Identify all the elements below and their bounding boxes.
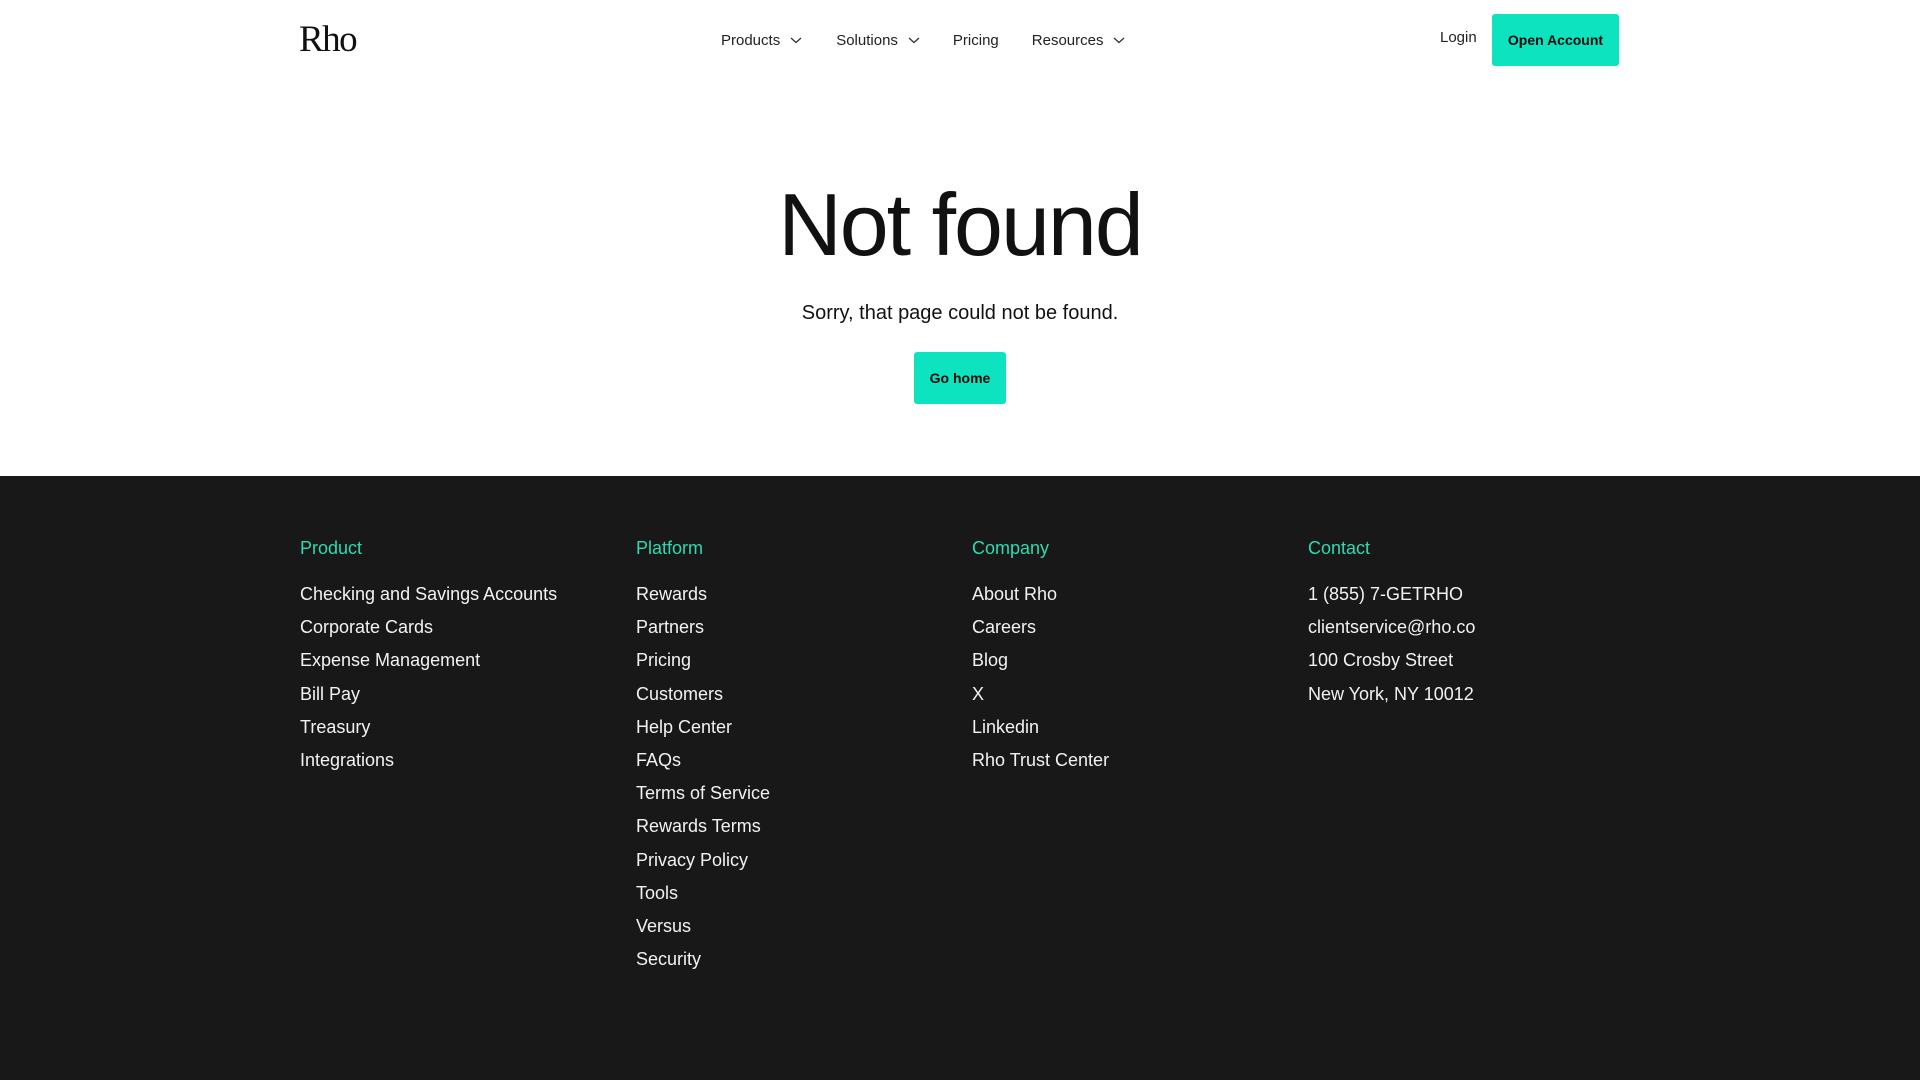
page-title: Not found (778, 175, 1144, 274)
footer-link[interactable]: About Rho (972, 582, 1109, 606)
contact-phone[interactable]: 1 (855) 7-GETRHO (1308, 582, 1475, 606)
footer-link[interactable]: Corporate Cards (300, 615, 557, 639)
footer-link[interactable]: Tools (636, 881, 770, 905)
chevron-down-icon (908, 37, 920, 44)
footer-link[interactable]: Partners (636, 615, 770, 639)
open-account-button[interactable]: Open Account (1492, 14, 1619, 66)
footer-column-title: Company (972, 538, 1050, 558)
nav-products-label: Products (721, 31, 781, 49)
footer-link[interactable]: Help Center (636, 715, 770, 739)
footer-link[interactable]: Treasury (300, 715, 557, 739)
footer-link[interactable]: Careers (972, 615, 1109, 639)
rho-logo[interactable]: Rho (299, 18, 358, 62)
nav-pricing-label: Pricing (952, 31, 999, 49)
main-nav: Products Solutions Pricing Resources (721, 27, 1159, 53)
nav-resources[interactable]: Resources (1032, 32, 1127, 49)
footer-column-contact: Contact 1 (855) 7-GETRHO clientservice@r… (1308, 536, 1475, 715)
contact-email[interactable]: clientservice@rho.co (1308, 615, 1475, 639)
footer-link[interactable]: Pricing (636, 648, 770, 672)
nav-resources-label: Resources (1031, 31, 1104, 49)
footer-link[interactable]: Privacy Policy (636, 848, 770, 872)
footer-link[interactable]: Linkedin (972, 715, 1109, 739)
go-home-button[interactable]: Go home (914, 352, 1006, 404)
footer-link[interactable]: Bill Pay (300, 682, 557, 706)
footer-link[interactable]: Terms of Service (636, 781, 770, 805)
site-footer: Product Checking and Savings Accounts Co… (0, 476, 1920, 1080)
nav-pricing[interactable]: Pricing (953, 32, 999, 49)
footer-column-company: Company About Rho Careers Blog X Linkedi… (972, 536, 1109, 781)
chevron-down-icon (1114, 37, 1125, 44)
footer-link[interactable]: Expense Management (300, 648, 557, 672)
footer-column-product: Product Checking and Savings Accounts Co… (300, 536, 557, 781)
login-link[interactable]: Login (1440, 29, 1477, 46)
footer-link[interactable]: Versus (636, 914, 770, 938)
nav-solutions-label: Solutions (836, 31, 898, 49)
footer-column-title: Product (300, 538, 363, 558)
site-header: Rho Products Solutions Pricing Resources… (0, 0, 1920, 80)
footer-link[interactable]: Rewards (636, 582, 770, 606)
footer-link[interactable]: X (972, 682, 1109, 706)
footer-column-platform: Platform Rewards Partners Pricing Custom… (636, 536, 770, 980)
footer-link[interactable]: Integrations (300, 748, 557, 772)
nav-solutions[interactable]: Solutions (836, 32, 921, 49)
footer-link[interactable]: Rho Trust Center (972, 748, 1109, 772)
footer-link[interactable]: FAQs (636, 748, 770, 772)
footer-column-title: Platform (636, 538, 704, 558)
contact-address-street: 100 Crosby Street (1308, 650, 1454, 671)
footer-column-title: Contact (1308, 538, 1371, 558)
contact-address-city: New York, NY 10012 (1308, 683, 1474, 704)
nav-products[interactable]: Products (721, 32, 803, 49)
footer-link[interactable]: Rewards Terms (636, 814, 770, 838)
footer-link[interactable]: Security (636, 947, 770, 971)
footer-link[interactable]: Blog (972, 648, 1109, 672)
footer-link[interactable]: Checking and Savings Accounts (300, 582, 557, 606)
page-subtitle: Sorry, that page could not be found. (801, 302, 1119, 324)
footer-link[interactable]: Customers (636, 682, 770, 706)
chevron-down-icon (790, 37, 802, 44)
